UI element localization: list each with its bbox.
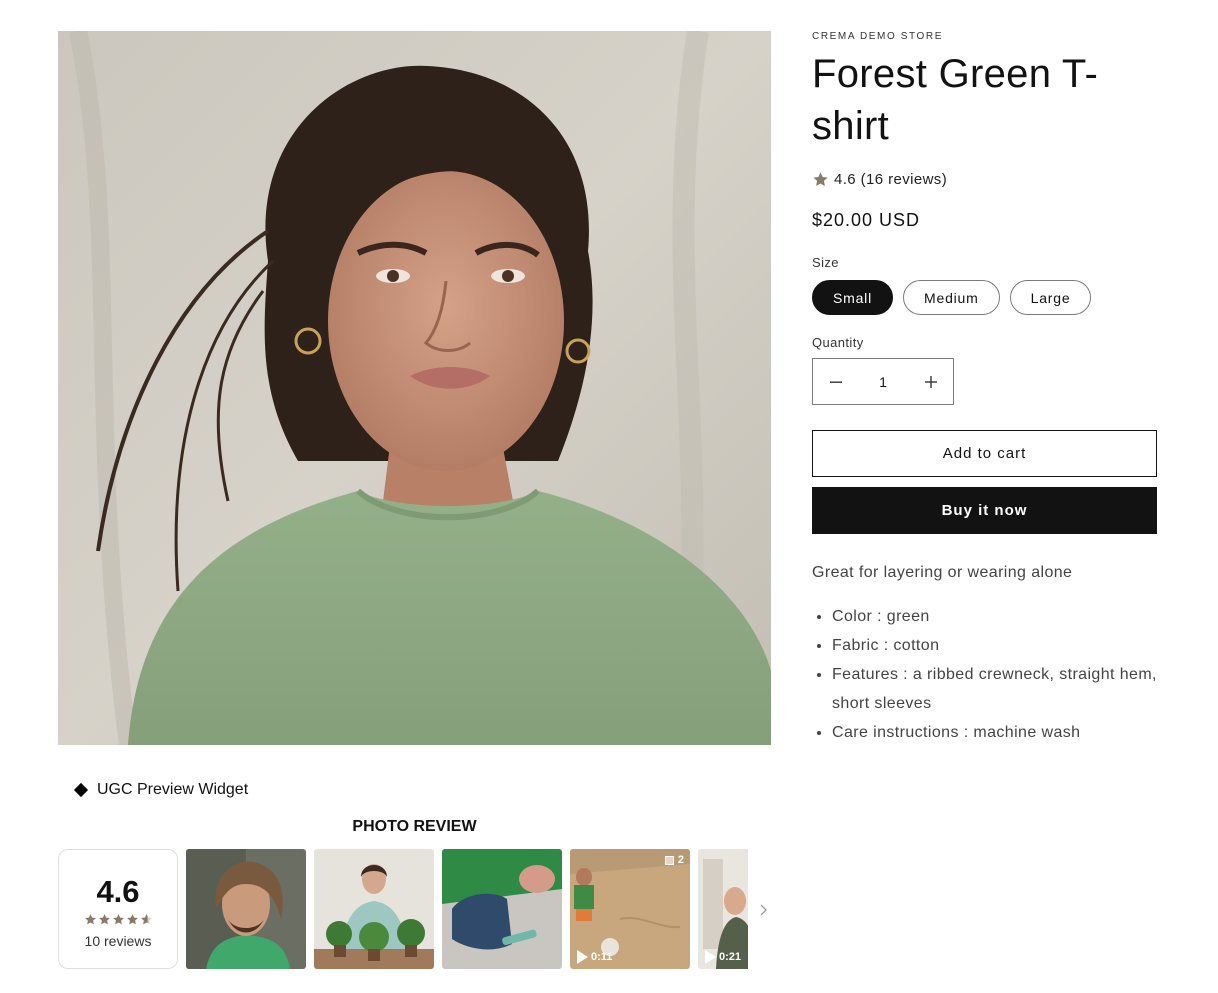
video-duration: 0:11 (591, 951, 613, 963)
review-photo (314, 849, 434, 969)
play-icon (705, 950, 716, 964)
product-rating-text: 4.6 (16 reviews) (834, 171, 948, 188)
size-option-large[interactable]: Large (1009, 280, 1092, 315)
ugc-widget-title-row: UGC Preview Widget (73, 781, 249, 799)
rating-summary-value: 4.6 (96, 873, 140, 909)
product-vendor: CREMA DEMO STORE (812, 31, 943, 42)
size-label: Size (812, 255, 839, 270)
size-option-medium[interactable]: Medium (903, 280, 1000, 315)
product-features-list: Color : green Fabric : cotton Features :… (812, 602, 1158, 747)
chevron-right-icon[interactable] (757, 900, 771, 920)
diamond-icon (73, 782, 89, 798)
size-options: Small Medium Large (812, 280, 1158, 315)
plus-icon (924, 375, 937, 388)
product-description: Great for layering or wearing alone (812, 564, 1073, 581)
video-indicator: 0:21 (705, 950, 741, 964)
minus-icon (829, 381, 842, 383)
review-photo (186, 849, 306, 969)
review-thumbnail[interactable] (314, 849, 434, 969)
star-icon (112, 913, 124, 924)
video-duration: 0:21 (719, 951, 742, 963)
feature-item: Features : a ribbed crewneck, straight h… (832, 660, 1158, 718)
rating-summary-stars (84, 913, 153, 927)
product-rating[interactable]: 4.6 (16 reviews) (812, 171, 1158, 188)
feature-item: Care instructions : machine wash (832, 718, 1158, 747)
star-icon (126, 913, 138, 924)
quantity-input[interactable] (858, 373, 908, 390)
quantity-decrease-button[interactable] (813, 359, 858, 404)
product-info: CREMA DEMO STORE Forest Green T-shirt 4.… (812, 31, 1158, 747)
quantity-label: Quantity (812, 335, 864, 350)
rating-summary-count: 10 reviews (84, 932, 152, 949)
review-thumbnail-video[interactable]: 2 0:11 (570, 849, 690, 969)
feature-item: Color : green (832, 602, 1158, 631)
add-to-cart-button[interactable]: Add to cart (812, 430, 1157, 477)
play-icon (577, 950, 588, 964)
product-photo (58, 31, 771, 745)
feature-item: Fabric : cotton (832, 631, 1158, 660)
review-thumbnail[interactable] (442, 849, 562, 969)
quantity-increase-button[interactable] (908, 359, 953, 404)
star-icon (98, 913, 110, 924)
star-icon (813, 172, 828, 186)
photo-review-heading: PHOTO REVIEW (352, 818, 477, 835)
gallery-count: 2 (677, 854, 684, 866)
gallery-indicator: 2 (664, 854, 684, 866)
review-strip: 4.6 10 reviews 2 0:11 0:21 (58, 849, 748, 969)
review-thumbnail[interactable] (186, 849, 306, 969)
star-half-icon (140, 913, 152, 924)
quantity-stepper (812, 358, 954, 405)
size-option-small[interactable]: Small (812, 280, 894, 315)
gallery-icon (664, 855, 674, 865)
product-main-image[interactable] (58, 31, 771, 745)
product-price: $20.00 USD (812, 210, 921, 230)
review-thumbnail-video[interactable]: 0:21 (698, 849, 748, 969)
buy-it-now-button[interactable]: Buy it now (812, 487, 1157, 534)
rating-summary-card[interactable]: 4.6 10 reviews (58, 849, 178, 969)
review-photo (442, 849, 562, 969)
video-indicator: 0:11 (577, 950, 612, 964)
product-title: Forest Green T-shirt (812, 52, 1099, 148)
ugc-widget-title: UGC Preview Widget (97, 781, 249, 798)
star-icon (84, 913, 96, 924)
